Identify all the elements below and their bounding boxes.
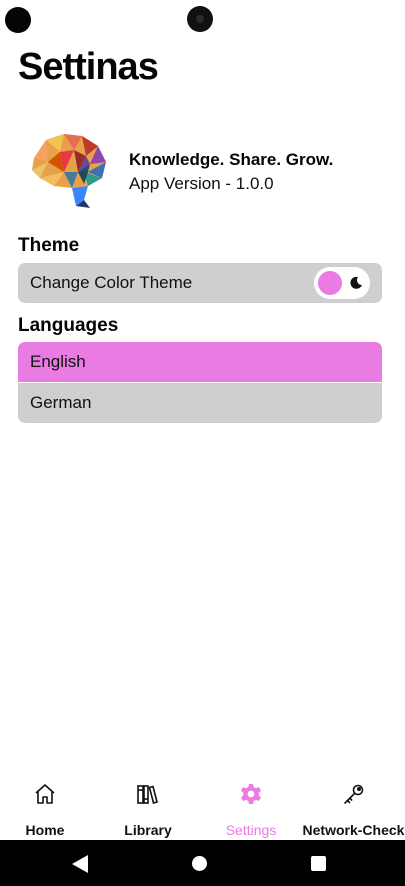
front-camera <box>187 6 213 32</box>
moon-icon <box>350 276 362 289</box>
app-tagline: Knowledge. Share. Grow. <box>129 150 334 169</box>
nav-label-settings: Settings <box>225 822 277 838</box>
nav-label-home: Home <box>25 822 65 838</box>
theme-toggle[interactable] <box>314 267 370 299</box>
language-label: English <box>30 352 86 371</box>
nav-item-library[interactable]: Library <box>113 770 183 840</box>
languages-section-title: Languages <box>18 315 119 336</box>
nav-item-settings[interactable]: Settings <box>216 770 286 840</box>
change-theme-label: Change Color Theme <box>30 273 193 292</box>
bottom-nav: Home Library Settings Network-Check <box>0 770 405 840</box>
page-title: Settinas <box>18 46 159 88</box>
language-option-german[interactable]: German <box>18 383 382 423</box>
theme-section-title: Theme <box>18 235 80 256</box>
language-option-english[interactable]: English <box>18 342 382 382</box>
toggle-knob <box>318 271 342 295</box>
gear-icon <box>241 784 261 804</box>
about-section: Knowledge. Share. Grow. App Version - 1.… <box>18 124 388 214</box>
status-bar <box>0 0 405 40</box>
home-icon <box>35 784 55 804</box>
system-navigation-bar <box>0 840 405 886</box>
library-icon <box>137 785 158 804</box>
camera-cutout-left <box>5 7 31 33</box>
app-version: App Version - 1.0.0 <box>129 174 274 193</box>
back-icon[interactable] <box>72 855 88 873</box>
recents-square-icon[interactable] <box>311 856 326 871</box>
key-icon <box>343 784 363 804</box>
home-circle-icon[interactable] <box>192 856 207 871</box>
nav-item-home[interactable]: Home <box>15 770 75 840</box>
language-label: German <box>30 393 92 412</box>
nav-label-network-check: Network-Check <box>302 822 405 838</box>
nav-item-network-check[interactable]: Network-Check <box>302 770 405 840</box>
change-theme-row: Change Color Theme <box>18 263 382 303</box>
nav-label-library: Library <box>124 822 172 838</box>
brain-logo-icon <box>32 134 106 208</box>
